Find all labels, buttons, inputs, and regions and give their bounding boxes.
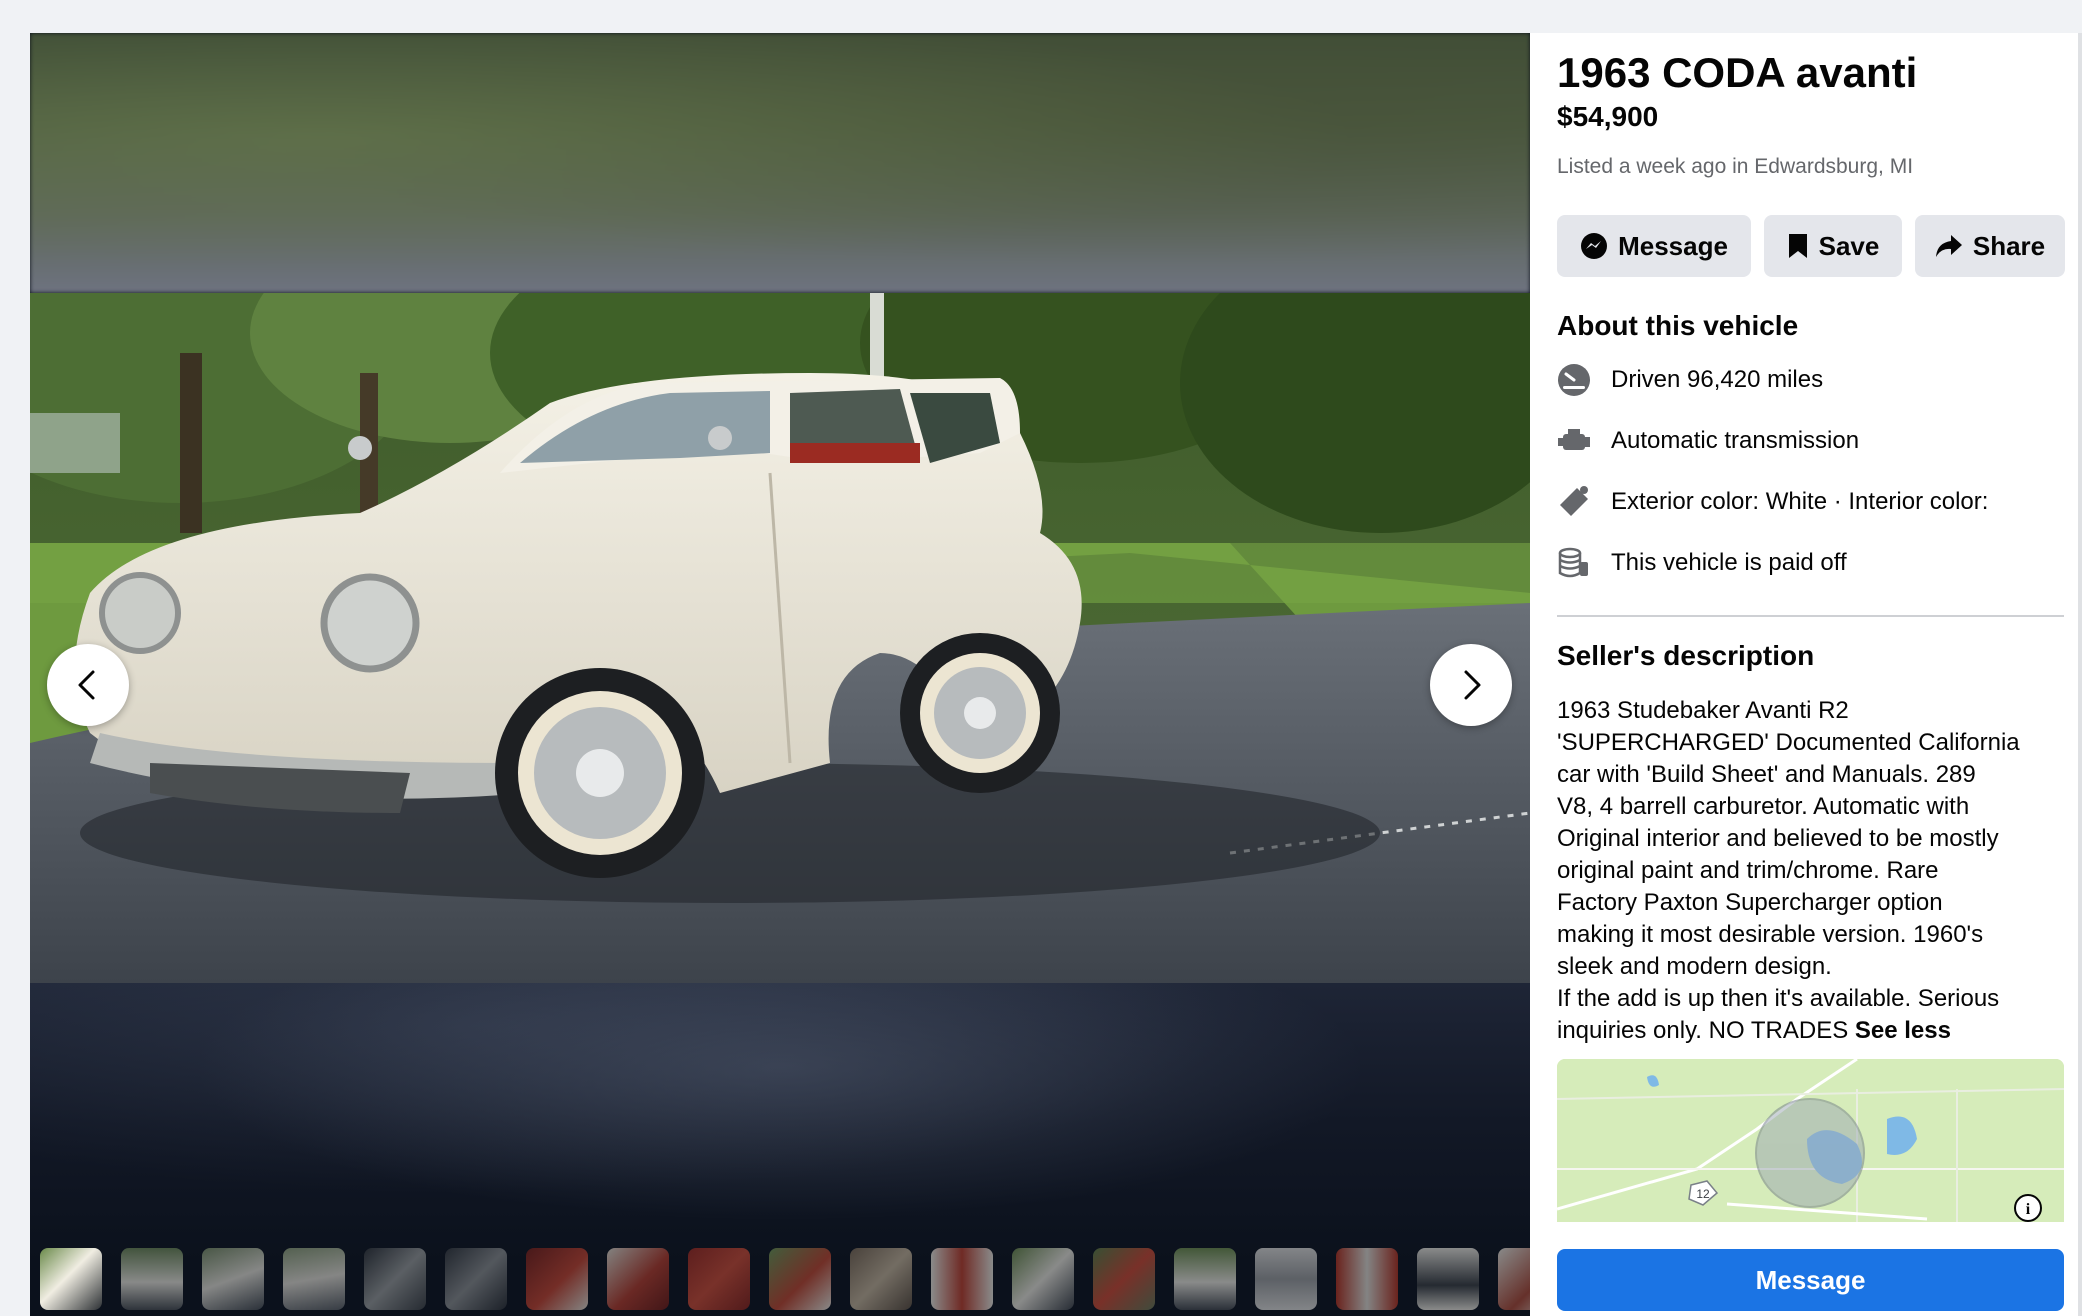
attribute-label: This vehicle is paid off (1611, 549, 1847, 576)
photo-thumbnail[interactable] (1498, 1248, 1530, 1310)
attribute-payment-status: This vehicle is paid off (1557, 543, 1847, 583)
blurred-photo-background-bottom (30, 983, 1530, 1263)
attribute-label: Driven 96,420 miles (1611, 366, 1824, 393)
chevron-right-icon (1464, 670, 1481, 700)
main-listing-photo[interactable] (30, 293, 1530, 983)
photo-thumbnail[interactable] (202, 1248, 264, 1310)
description-line: car with 'Build Sheet' and Manuals. 289 (1557, 761, 1976, 788)
description-line: making it most desirable version. 1960's (1557, 921, 1984, 948)
bookmark-icon (1788, 234, 1807, 258)
photo-thumbnail[interactable] (1417, 1248, 1479, 1310)
section-divider (1557, 615, 2064, 617)
coins-icon (1558, 547, 1588, 578)
photo-thumbnail[interactable] (931, 1248, 993, 1310)
attribute-mileage: Driven 96,420 miles (1557, 360, 1823, 400)
share-arrow-icon (1935, 235, 1962, 257)
photo-thumbnail[interactable] (526, 1248, 588, 1310)
message-seller-button[interactable]: Message (1557, 215, 1751, 277)
see-less-link[interactable]: See less (1855, 1017, 1951, 1044)
save-button-label: Save (1818, 230, 1880, 261)
photo-thumbnail[interactable] (283, 1248, 345, 1310)
description-line: 1963 Studebaker Avanti R2 (1557, 697, 1849, 724)
description-line: original paint and trim/chrome. Rare (1557, 857, 1939, 884)
photo-gallery (30, 33, 1530, 1316)
photo-thumbnail[interactable] (40, 1248, 102, 1310)
photo-thumbnail[interactable] (1174, 1248, 1236, 1310)
photo-thumbnail[interactable] (688, 1248, 750, 1310)
description-line: 'SUPERCHARGED' Documented California (1557, 729, 2020, 756)
photo-thumbnail[interactable] (121, 1248, 183, 1310)
blurred-photo-background-top (30, 33, 1530, 293)
photo-thumbnail[interactable] (607, 1248, 669, 1310)
listing-location-time: Listed a week ago in Edwardsburg, MI (1557, 155, 1914, 178)
previous-photo-button[interactable] (47, 644, 129, 726)
attribute-label: Exterior color: White · Interior color: (1611, 488, 1989, 515)
description-line: sleek and modern design. (1557, 953, 1832, 980)
listing-price: $54,900 (1557, 101, 1659, 132)
message-button-label: Message (1618, 230, 1728, 261)
photo-thumbnail[interactable] (1012, 1248, 1074, 1310)
map-illustration: 12 i (1557, 1059, 2064, 1222)
description-line: Factory Paxton Supercharger option (1557, 889, 1943, 916)
panel-scrollbar[interactable] (2078, 33, 2082, 1316)
thumbnail-strip (30, 1248, 1530, 1316)
seller-description-text: 1963 Studebaker Avanti R2 'SUPERCHARGED'… (1557, 695, 2064, 1047)
location-map[interactable]: 12 i (1557, 1059, 2064, 1222)
next-photo-button[interactable] (1430, 644, 1512, 726)
message-seller-primary-button[interactable]: Message (1557, 1249, 2064, 1311)
map-info-icon[interactable]: i (2026, 1201, 2031, 1218)
photo-thumbnail[interactable] (769, 1248, 831, 1310)
photo-thumbnail[interactable] (850, 1248, 912, 1310)
paint-icon (1560, 486, 1588, 516)
attribute-transmission: Automatic transmission (1557, 421, 1859, 461)
description-line: V8, 4 barrell carburetor. Automatic with (1557, 793, 1970, 820)
attribute-color: Exterior color: White · Interior color: (1557, 482, 1988, 522)
photo-thumbnail[interactable] (364, 1248, 426, 1310)
share-button-label: Share (1972, 230, 2046, 261)
attribute-label: Automatic transmission (1611, 427, 1860, 454)
car-photo-illustration (30, 293, 1530, 983)
chevron-left-icon (78, 670, 95, 700)
about-vehicle-heading: About this vehicle (1557, 310, 1799, 341)
seller-description-heading: Seller's description (1557, 640, 1815, 671)
engine-icon (1558, 429, 1590, 450)
description-line: Original interior and believed to be mos… (1557, 825, 1999, 852)
listing-title: 1963 CODA avanti (1557, 49, 1918, 96)
share-button[interactable]: Share (1915, 215, 2065, 277)
description-line: inquiries only. NO TRADES (1557, 1017, 1849, 1044)
photo-thumbnail[interactable] (445, 1248, 507, 1310)
route-marker-label: 12 (1696, 1187, 1710, 1201)
description-line: If the add is up then it's available. Se… (1557, 985, 2000, 1012)
photo-thumbnail[interactable] (1255, 1248, 1317, 1310)
speedometer-icon (1558, 364, 1590, 396)
messenger-icon (1581, 233, 1608, 259)
save-button[interactable]: Save (1764, 215, 1902, 277)
photo-thumbnail[interactable] (1336, 1248, 1398, 1310)
listing-details-panel: 1963 CODA avanti $54,900 Listed a week a… (1530, 33, 2082, 1316)
description-line-last: inquiries only. NO TRADES See less (1557, 1015, 2064, 1047)
photo-thumbnail[interactable] (1093, 1248, 1155, 1310)
